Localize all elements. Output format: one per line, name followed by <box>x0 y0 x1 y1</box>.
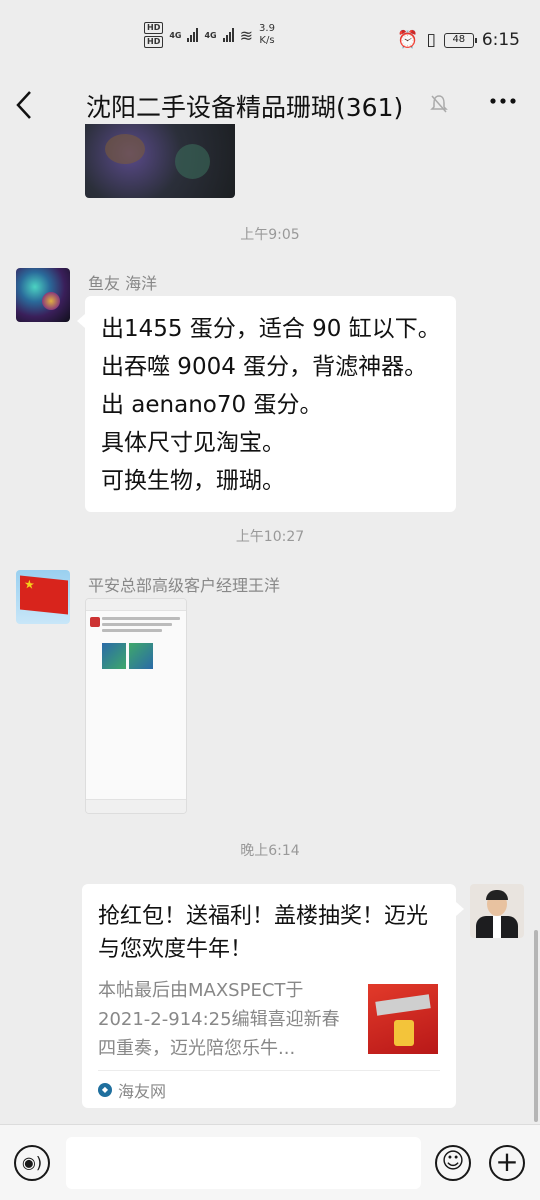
screenshot-image-message[interactable] <box>85 598 187 814</box>
divider <box>98 1070 440 1071</box>
more-icon <box>490 98 516 104</box>
voice-icon: ◉) <box>21 1153 43 1172</box>
network-type: 4G <box>169 30 182 40</box>
more-functions-button[interactable]: + <box>489 1145 525 1181</box>
flag-image <box>20 575 68 615</box>
message-input-bar: ◉) ☺ + <box>0 1124 540 1200</box>
battery-icon: 48 <box>443 32 477 48</box>
speed-unit: K/s <box>259 35 275 46</box>
hd-badge: HD <box>144 36 164 48</box>
sender-name: 平安总部高级客户经理王洋 <box>88 576 281 595</box>
link-description: 本帖最后由MAXSPECT于2021-2-914:25编辑喜迎新春四重奏，迈光陪… <box>98 980 340 1059</box>
network-indicators: HD HD 4G 4G ≋ 3.9 K/s <box>144 22 275 48</box>
source-name: 海友网 <box>118 1082 167 1101</box>
more-button[interactable] <box>490 86 516 123</box>
avatar[interactable] <box>16 268 70 322</box>
voice-button[interactable]: ◉) <box>14 1145 50 1181</box>
chat-title: 沈阳二手设备精品珊瑚(361) <box>86 93 404 122</box>
avatar[interactable] <box>470 884 524 938</box>
sender-name: 鱼友 海洋 <box>88 274 158 293</box>
system-indicators: ⏰ ▯ 48 6:15 <box>397 30 520 50</box>
signal-icon <box>222 28 234 42</box>
back-button[interactable] <box>16 90 44 122</box>
avatar[interactable] <box>16 570 70 624</box>
message-timestamp: 上午9:05 <box>240 227 300 243</box>
network-speed: 3.9 K/s <box>259 23 275 47</box>
message-line: 出1455 蛋分，适合 90 缸以下。 <box>101 316 441 342</box>
emoji-icon: ☺ <box>441 1149 465 1174</box>
message-line: 出吞噬 9004 蛋分，背滤神器。 <box>101 354 428 380</box>
network-type: 4G <box>204 30 217 40</box>
message-line: 具体尺寸见淘宝。 <box>101 430 285 456</box>
text-message-bubble[interactable]: 出1455 蛋分，适合 90 缸以下。 出吞噬 9004 蛋分，背滤神器。 出 … <box>77 296 456 512</box>
alarm-icon: ⏰ <box>397 30 419 50</box>
link-title: 抢红包！送福利！盖楼抽奖！迈光与您欢度牛年！ <box>98 904 429 962</box>
link-thumbnail <box>368 984 438 1054</box>
vibrate-icon: ▯ <box>426 30 436 50</box>
scrollbar[interactable] <box>534 930 538 1122</box>
message-line: 出 aenano70 蛋分。 <box>101 392 323 418</box>
status-bar: HD HD 4G 4G ≋ 3.9 K/s ⏰ ▯ 48 6:15 <box>0 0 540 78</box>
emoji-button[interactable]: ☺ <box>435 1145 471 1181</box>
link-source: ◆ 海友网 <box>98 1078 166 1102</box>
coral-image-message[interactable] <box>85 124 235 198</box>
clock: 6:15 <box>481 30 520 50</box>
bell-off-icon <box>430 94 448 119</box>
hd-indicators: HD HD <box>144 22 164 48</box>
message-timestamp: 上午10:27 <box>235 529 305 545</box>
message-input[interactable] <box>66 1137 421 1189</box>
chat-messages[interactable]: 上午9:05 鱼友 海洋 出1455 蛋分，适合 90 缸以下。 出吞噬 900… <box>0 124 540 1124</box>
message-timestamp: 晚上6:14 <box>240 843 300 859</box>
site-logo-icon: ◆ <box>98 1083 112 1097</box>
speed-value: 3.9 <box>259 23 275 34</box>
wifi-icon: ≋ <box>239 25 254 45</box>
plus-icon: + <box>495 1145 519 1178</box>
message-line: 可换生物，珊瑚。 <box>101 468 285 494</box>
hd-badge: HD <box>144 22 164 34</box>
chevron-left-icon <box>16 91 31 119</box>
signal-icon <box>187 28 199 42</box>
link-card-message[interactable]: 抢红包！送福利！盖楼抽奖！迈光与您欢度牛年！ 本帖最后由MAXSPECT于202… <box>82 884 464 1108</box>
